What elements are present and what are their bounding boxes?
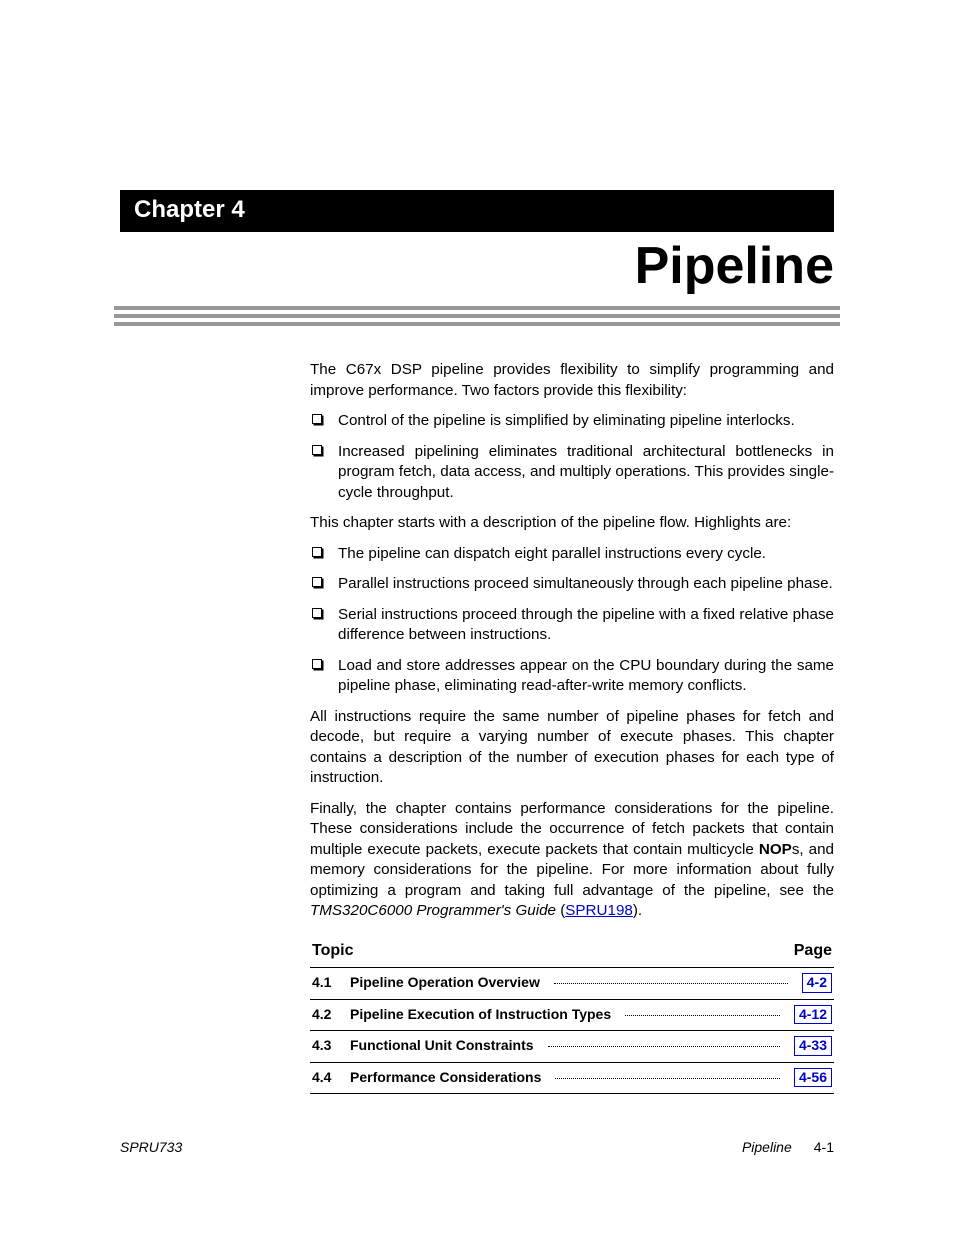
toc-leader-dots xyxy=(625,1015,780,1016)
page-footer: SPRU733 Pipeline 4-1 xyxy=(120,1139,834,1155)
toc-number: 4.3 xyxy=(312,1036,340,1055)
toc-page-link[interactable]: 4-2 xyxy=(802,973,832,993)
toc-topic-label: Topic xyxy=(312,940,353,962)
toc-leader-dots xyxy=(554,983,788,984)
footer-doc-id: SPRU733 xyxy=(120,1139,182,1155)
toc-title: Functional Unit Constraints xyxy=(350,1036,534,1055)
toc-page-link[interactable]: 4-12 xyxy=(794,1005,832,1025)
toc-number: 4.2 xyxy=(312,1005,340,1024)
highlights-list: The pipeline can dispatch eight parallel… xyxy=(310,544,834,697)
list-item: Parallel instructions proceed simultaneo… xyxy=(310,574,834,595)
phases-paragraph: All instructions require the same number… xyxy=(310,707,834,789)
text: Finally, the chapter contains performanc… xyxy=(310,800,834,858)
intro-paragraph: The C67x DSP pipeline provides flexibili… xyxy=(310,360,834,401)
chapter-label: Chapter 4 xyxy=(120,190,834,232)
footer-page-number: 4-1 xyxy=(814,1139,834,1155)
toc-page-link[interactable]: 4-33 xyxy=(794,1036,832,1056)
text: ( xyxy=(556,902,565,919)
spru198-link[interactable]: SPRU198 xyxy=(565,902,633,919)
performance-paragraph: Finally, the chapter contains performanc… xyxy=(310,799,834,922)
guide-title: TMS320C6000 Programmer's Guide xyxy=(310,902,556,919)
toc-row: 4.2 Pipeline Execution of Instruction Ty… xyxy=(310,1000,834,1032)
toc-leader-dots xyxy=(548,1046,780,1047)
highlights-intro: This chapter starts with a description o… xyxy=(310,513,834,534)
footer-section: Pipeline xyxy=(742,1139,792,1155)
flexibility-list: Control of the pipeline is simplified by… xyxy=(310,411,834,503)
toc-row: 4.3 Functional Unit Constraints 4-33 xyxy=(310,1031,834,1063)
list-item: Increased pipelining eliminates traditio… xyxy=(310,442,834,504)
toc-title: Performance Considerations xyxy=(350,1068,541,1087)
list-item: Serial instructions proceed through the … xyxy=(310,605,834,646)
toc-row: 4.4 Performance Considerations 4-56 xyxy=(310,1063,834,1095)
chapter-title: Pipeline xyxy=(120,236,834,296)
list-item: The pipeline can dispatch eight parallel… xyxy=(310,544,834,565)
nop-keyword: NOP xyxy=(759,841,792,858)
list-item: Load and store addresses appear on the C… xyxy=(310,656,834,697)
toc-page-label: Page xyxy=(794,940,832,962)
toc-row: 4.1 Pipeline Operation Overview 4-2 xyxy=(310,968,834,1000)
list-item: Control of the pipeline is simplified by… xyxy=(310,411,834,432)
body-content: The C67x DSP pipeline provides flexibili… xyxy=(310,360,834,1094)
toc-title: Pipeline Execution of Instruction Types xyxy=(350,1005,611,1024)
title-rule xyxy=(114,306,840,326)
toc-number: 4.1 xyxy=(312,973,340,992)
text: ). xyxy=(633,902,642,919)
toc-page-link[interactable]: 4-56 xyxy=(794,1068,832,1088)
toc-leader-dots xyxy=(555,1078,780,1079)
toc-title: Pipeline Operation Overview xyxy=(350,973,540,992)
toc-header: Topic Page xyxy=(310,940,834,962)
toc-number: 4.4 xyxy=(312,1068,340,1087)
